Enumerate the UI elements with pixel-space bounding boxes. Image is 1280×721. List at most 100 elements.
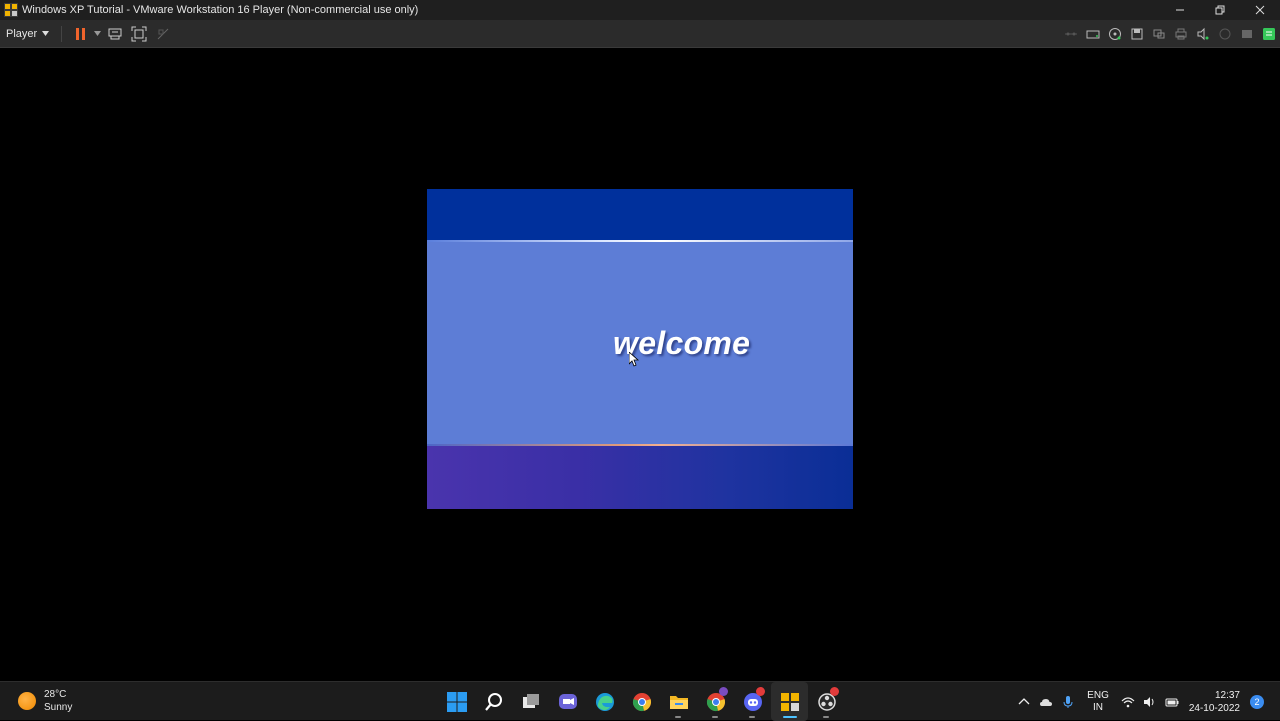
windows-logo-icon bbox=[446, 691, 467, 712]
removable-device-icon bbox=[1242, 29, 1252, 38]
microphone-button[interactable] bbox=[1057, 682, 1079, 721]
message-log-icon bbox=[1263, 27, 1275, 40]
cd-dvd-icon bbox=[1109, 27, 1121, 40]
sound-card-button[interactable] bbox=[1192, 23, 1214, 45]
chrome-icon bbox=[632, 692, 651, 711]
floppy-button[interactable] bbox=[1126, 23, 1148, 45]
recording-badge bbox=[830, 687, 839, 696]
task-view-icon bbox=[522, 693, 539, 708]
weather-widget[interactable]: 28°C Sunny bbox=[18, 688, 72, 714]
clock-date: 24-10-2022 bbox=[1188, 702, 1240, 714]
notification-count: 2 bbox=[1254, 696, 1260, 707]
vm-display-area[interactable]: welcome bbox=[0, 49, 1280, 681]
close-icon bbox=[1255, 5, 1265, 15]
minimize-icon bbox=[1176, 9, 1184, 11]
wifi-button[interactable] bbox=[1117, 682, 1139, 721]
task-view-button[interactable] bbox=[512, 682, 549, 721]
show-hidden-icons-button[interactable] bbox=[1013, 682, 1035, 721]
weather-text: 28°C Sunny bbox=[44, 688, 72, 714]
vmware-icon bbox=[780, 692, 799, 711]
display-button[interactable] bbox=[1214, 23, 1236, 45]
running-indicator bbox=[823, 716, 829, 718]
minimize-button[interactable] bbox=[1160, 0, 1200, 20]
full-screen-icon bbox=[131, 26, 147, 41]
unity-button[interactable] bbox=[152, 23, 174, 45]
send-ctrl-alt-del-button[interactable] bbox=[104, 23, 126, 45]
active-indicator bbox=[783, 716, 797, 718]
xp-bottom-band bbox=[427, 446, 853, 509]
printer-icon bbox=[1175, 28, 1187, 39]
search-icon bbox=[484, 692, 502, 711]
removable-device-button[interactable] bbox=[1236, 23, 1258, 45]
network-adapter-button[interactable] bbox=[1060, 23, 1082, 45]
toolbar-separator bbox=[61, 25, 63, 42]
chevron-up-icon bbox=[1018, 697, 1030, 704]
pause-icon bbox=[76, 27, 86, 40]
xp-top-band bbox=[427, 189, 853, 241]
title-bar: Windows XP Tutorial - VMware Workstation… bbox=[0, 0, 1280, 20]
start-button[interactable] bbox=[438, 682, 475, 721]
display-icon bbox=[1219, 28, 1231, 39]
sun-icon bbox=[18, 692, 36, 710]
network-adapter-icon bbox=[1065, 32, 1077, 35]
chat-icon bbox=[558, 693, 577, 709]
running-indicator bbox=[675, 716, 681, 718]
vmware-app-icon bbox=[4, 3, 18, 17]
send-ctrl-alt-del-icon bbox=[108, 28, 122, 39]
chat-button[interactable] bbox=[549, 682, 586, 721]
restore-icon bbox=[1215, 5, 1225, 15]
taskbar: 28°C Sunny ENG IN 12:37 24-10-2022 2 bbox=[0, 681, 1280, 721]
folder-icon bbox=[669, 695, 688, 709]
hard-disk-button[interactable] bbox=[1082, 23, 1104, 45]
edge-button[interactable] bbox=[586, 682, 623, 721]
microphone-icon bbox=[1063, 695, 1073, 708]
battery-button[interactable] bbox=[1161, 682, 1183, 721]
device-icons bbox=[1060, 23, 1280, 45]
speaker-icon bbox=[1143, 696, 1154, 707]
search-button[interactable] bbox=[475, 682, 512, 721]
guest-screen[interactable]: welcome bbox=[427, 189, 853, 509]
player-menu-label: Player bbox=[6, 27, 38, 40]
notification-badge bbox=[756, 687, 765, 696]
clock[interactable]: 12:37 24-10-2022 bbox=[1183, 689, 1246, 715]
taskbar-apps bbox=[438, 682, 845, 721]
cd-dvd-button[interactable] bbox=[1104, 23, 1126, 45]
pause-button[interactable] bbox=[70, 23, 92, 45]
weather-condition: Sunny bbox=[44, 702, 73, 713]
player-toolbar: Player bbox=[0, 20, 1280, 48]
unity-icon bbox=[157, 28, 169, 39]
window-title: Windows XP Tutorial - VMware Workstation… bbox=[22, 4, 419, 16]
floppy-icon bbox=[1131, 28, 1143, 39]
full-screen-button[interactable] bbox=[128, 23, 150, 45]
sound-card-icon bbox=[1197, 27, 1209, 40]
running-indicator bbox=[749, 716, 755, 718]
pause-dropdown-button[interactable] bbox=[92, 23, 102, 45]
close-button[interactable] bbox=[1240, 0, 1280, 20]
restore-button[interactable] bbox=[1200, 0, 1240, 20]
vmware-button[interactable] bbox=[771, 682, 808, 721]
obs-button[interactable] bbox=[808, 682, 845, 721]
battery-icon bbox=[1165, 698, 1179, 706]
usb-icon bbox=[1153, 29, 1165, 38]
volume-button[interactable] bbox=[1139, 682, 1161, 721]
clock-time: 12:37 bbox=[1214, 689, 1240, 701]
chrome-profile-button[interactable] bbox=[697, 682, 734, 721]
language-code: ENG bbox=[1087, 689, 1109, 701]
notification-center-button[interactable]: 2 bbox=[1250, 694, 1264, 709]
language-indicator[interactable]: ENG IN bbox=[1079, 690, 1117, 714]
cloud-icon bbox=[1040, 698, 1053, 706]
usb-button[interactable] bbox=[1148, 23, 1170, 45]
weather-temperature: 28°C bbox=[44, 689, 67, 700]
file-explorer-button[interactable] bbox=[660, 682, 697, 721]
hard-disk-icon bbox=[1086, 30, 1100, 38]
player-menu-button[interactable]: Player bbox=[0, 23, 55, 45]
discord-button[interactable] bbox=[734, 682, 771, 721]
message-log-button[interactable] bbox=[1258, 23, 1280, 45]
wifi-icon bbox=[1121, 696, 1135, 707]
chevron-down-icon bbox=[93, 31, 101, 36]
printer-button[interactable] bbox=[1170, 23, 1192, 45]
onedrive-button[interactable] bbox=[1035, 682, 1057, 721]
running-indicator bbox=[712, 716, 718, 718]
profile-badge bbox=[719, 687, 728, 696]
chrome-button[interactable] bbox=[623, 682, 660, 721]
